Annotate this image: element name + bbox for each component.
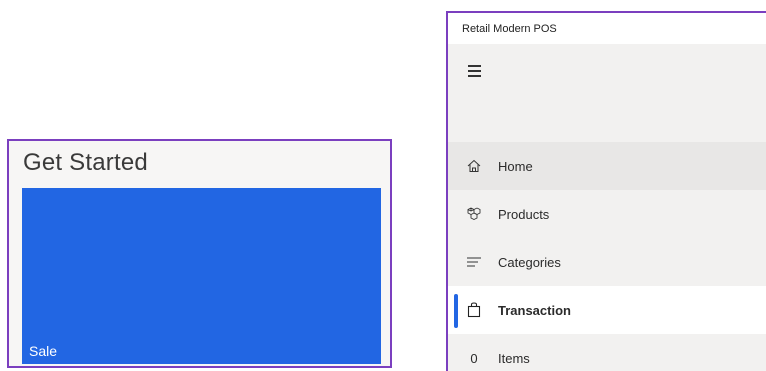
items-count: 0 — [470, 350, 478, 366]
nav-item-home[interactable]: Home — [448, 142, 766, 190]
sale-tile[interactable]: Sale — [22, 188, 381, 364]
nav-menu: Home Products Categories Transaction 0 I… — [448, 142, 766, 371]
nav-item-categories[interactable]: Categories — [448, 238, 766, 286]
nav-item-label: Items — [498, 350, 530, 366]
shopping-bag-icon — [464, 300, 484, 320]
nav-item-transaction[interactable]: Transaction — [448, 286, 766, 334]
hamburger-line — [468, 75, 481, 77]
sale-tile-label: Sale — [29, 343, 58, 359]
active-indicator — [454, 294, 458, 328]
nav-item-items[interactable]: 0 Items — [448, 334, 766, 371]
window-title: Retail Modern POS — [448, 13, 766, 44]
screen: Get Started Sale Retail Modern POS Home — [0, 0, 766, 371]
hamburger-line — [468, 70, 481, 72]
get-started-panel: Get Started Sale — [7, 139, 392, 368]
get-started-title: Get Started — [23, 149, 148, 176]
nav-item-label: Products — [498, 206, 550, 222]
home-icon — [464, 156, 484, 176]
hamburger-menu-button[interactable] — [468, 65, 484, 77]
nav-item-label: Categories — [498, 254, 561, 270]
hamburger-icon — [468, 65, 481, 67]
nav-item-label: Transaction — [498, 302, 571, 318]
boxes-icon — [464, 204, 484, 224]
pos-window: Retail Modern POS Home Products Categori… — [446, 11, 766, 371]
nav-item-label: Home — [498, 158, 533, 174]
lines-icon — [464, 252, 484, 272]
nav-item-products[interactable]: Products — [448, 190, 766, 238]
